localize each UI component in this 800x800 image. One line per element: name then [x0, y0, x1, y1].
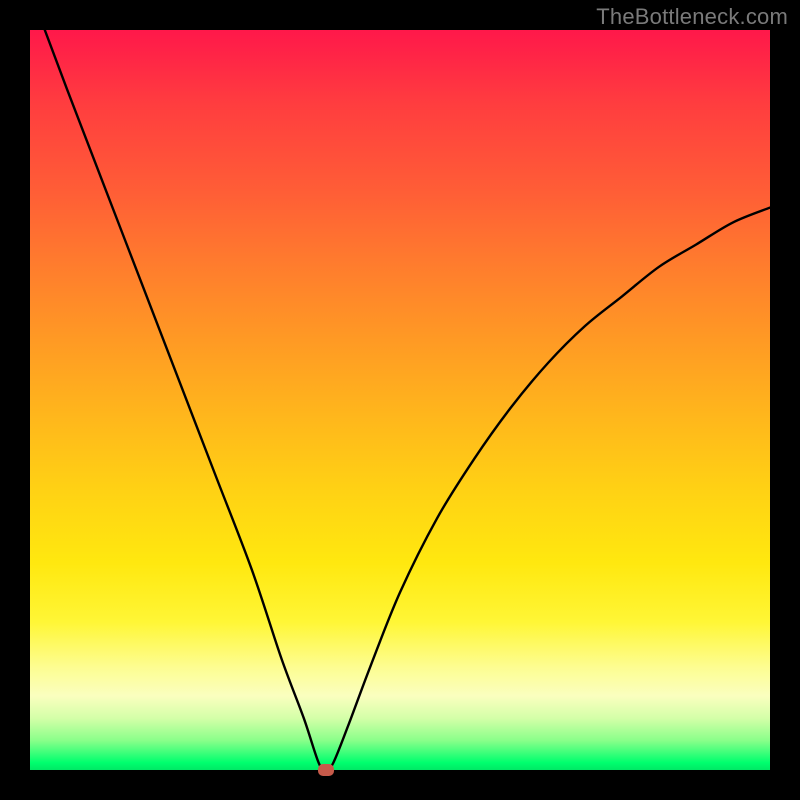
optimum-marker-icon [318, 764, 334, 776]
watermark-text: TheBottleneck.com [596, 4, 788, 30]
plot-area [30, 30, 770, 770]
bottleneck-curve [30, 30, 770, 770]
chart-frame: TheBottleneck.com [0, 0, 800, 800]
